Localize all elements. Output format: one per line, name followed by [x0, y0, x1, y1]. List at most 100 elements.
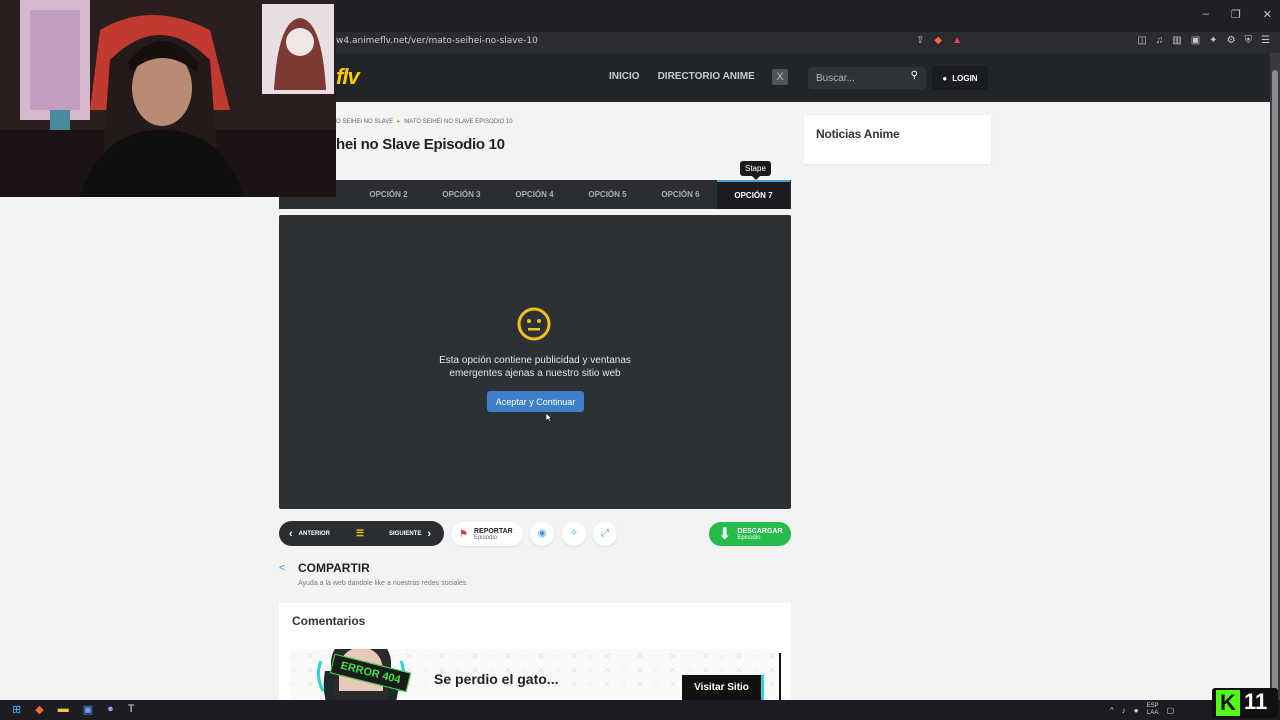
news-widget: Noticias Anime: [804, 115, 991, 164]
ad-warning-line-2: emergentes ajenas a nuestro sitio web: [449, 368, 621, 379]
system-tray: ^ ♪ ● ESP LAA ▢: [1110, 703, 1174, 717]
episode-nav: ‹ ANTERIOR ☰ SIGUIENTE ›: [279, 521, 444, 546]
extension-icons: ◫ ♫ ▥ ▣ ✦ ⚙ ⛨ ☰: [1137, 35, 1270, 46]
notification-icon[interactable]: ▢: [1167, 706, 1175, 715]
tab-option-7[interactable]: OPCIÓN 7: [717, 180, 790, 209]
kick-logo: K: [1216, 690, 1240, 716]
mouse-cursor-icon: [546, 413, 552, 422]
brave-rewards-icon[interactable]: ▲: [952, 35, 962, 46]
share-page-icon[interactable]: ⇪: [916, 35, 924, 46]
language-code: ESP: [1146, 703, 1159, 709]
scrollbar-thumb[interactable]: [1272, 70, 1278, 700]
wallet-icon[interactable]: ▣: [1191, 35, 1200, 46]
download-button[interactable]: ⬇ DESCARGAR Episodio: [709, 522, 791, 546]
tray-chevron-icon[interactable]: ^: [1110, 706, 1114, 715]
search-box: ⚲: [808, 67, 926, 89]
window-controls: – ❐ ✕: [1203, 8, 1272, 21]
volume-icon[interactable]: ♪: [1122, 706, 1126, 715]
comments-section: Comentarios ○✕○✕○✕○✕○✕○✕○✕○✕○✕○✕○✕○✕○✕○✕…: [279, 603, 791, 700]
breadcrumb: O SEIHEI NO SLAVE ▸ MATO SEIHEI NO SLAVE…: [336, 118, 513, 126]
brave-shields-icon[interactable]: ◆: [934, 35, 942, 46]
file-explorer-icon[interactable]: ▬: [58, 703, 69, 716]
breadcrumb-episode: MATO SEIHEI NO SLAVE EPISODIO 10: [404, 118, 513, 125]
address-actions: ⇪ ◆ ▲: [916, 35, 962, 46]
search-icon[interactable]: ⚲: [911, 70, 918, 81]
tab-option-5[interactable]: OPCIÓN 5: [571, 180, 644, 209]
kick-logo-overlay: K 11: [1212, 688, 1278, 718]
ad-warning-line-1: Esta opción contiene publicidad y ventan…: [439, 355, 631, 366]
site-logo[interactable]: flv: [336, 64, 360, 90]
vpn-icon[interactable]: ⛨: [1245, 35, 1253, 46]
light-bulb-icon[interactable]: ✧: [562, 522, 586, 546]
tab-option-6[interactable]: OPCIÓN 6: [644, 180, 717, 209]
news-title: Noticias Anime: [816, 127, 900, 141]
share-icon: <: [279, 562, 286, 574]
share-title: COMPARTIR: [298, 561, 370, 575]
user-icon: ●: [942, 73, 948, 83]
next-button[interactable]: SIGUIENTE ›: [389, 528, 431, 540]
main-nav: INICIO DIRECTORIO ANIME: [609, 71, 755, 82]
nav-directorio-anime[interactable]: DIRECTORIO ANIME: [658, 71, 755, 82]
eye-icon[interactable]: ◉: [530, 522, 554, 546]
microphone-icon[interactable]: ●: [1134, 706, 1139, 715]
previous-label: ANTERIOR: [298, 530, 331, 537]
breadcrumb-separator-icon: ▸: [397, 119, 401, 125]
episode-list-icon[interactable]: ☰: [356, 528, 364, 539]
accept-continue-button[interactable]: Aceptar y Continuar: [487, 391, 584, 412]
error-text: Se perdio el gato...: [434, 671, 559, 687]
webcam-feed: [0, 0, 336, 197]
error-404-banner: ○✕○✕○✕○✕○✕○✕○✕○✕○✕○✕○✕○✕○✕○✕○✕○✕○✕○✕○✕○✕…: [291, 649, 781, 700]
language-layout: LAA: [1146, 710, 1159, 716]
tab-option-2[interactable]: OPCIÓN 2: [352, 180, 425, 209]
report-sublabel: Episodio: [473, 534, 497, 541]
episode-controls: ‹ ANTERIOR ☰ SIGUIENTE › ⚑ REPORTAR Epis…: [279, 521, 791, 547]
login-button[interactable]: ● LOGIN: [932, 66, 988, 90]
chevron-right-icon: ›: [427, 527, 432, 540]
extensions-icon[interactable]: ⚙: [1227, 35, 1236, 46]
next-label: SIGUIENTE: [389, 530, 422, 537]
url-text[interactable]: w4.animeflv.net/ver/mato-seihei-no-slave…: [336, 36, 538, 46]
report-button[interactable]: ⚑ REPORTAR Episodio: [451, 522, 523, 546]
close-button[interactable]: ✕: [1263, 8, 1272, 21]
language-indicator[interactable]: ESP LAA: [1147, 703, 1159, 717]
download-icon: ⬇: [718, 526, 732, 543]
webcam-overlay: [0, 0, 336, 197]
menu-icon[interactable]: ☰: [1261, 35, 1270, 46]
search-input[interactable]: [816, 71, 902, 85]
taskbar: ⊞ ◆ ▬ ▣ ● T ^ ♪ ● ESP LAA ▢: [0, 700, 1280, 720]
chevron-left-icon: ‹: [289, 527, 293, 540]
banner-divider: [779, 653, 781, 700]
flag-icon: ⚑: [459, 528, 468, 540]
previous-button[interactable]: ‹ ANTERIOR: [289, 528, 330, 540]
kick-counter: 11: [1244, 689, 1268, 714]
media-icon[interactable]: ♫: [1156, 35, 1164, 46]
page-title: hei no Slave Episodio 10: [336, 136, 505, 153]
app-icon[interactable]: ▣: [83, 703, 93, 716]
server-tooltip: Stape: [740, 161, 771, 180]
report-label: REPORTAR: [473, 527, 513, 535]
login-label: LOGIN: [952, 73, 978, 83]
maximize-button[interactable]: ❐: [1231, 8, 1241, 21]
tab-option-3[interactable]: OPCIÓN 3: [425, 180, 498, 209]
ad-warning-message: Esta opción contiene publicidad y ventan…: [435, 354, 635, 380]
brave-browser-icon[interactable]: ◆: [35, 703, 43, 716]
nav-inicio[interactable]: INICIO: [609, 71, 640, 82]
x-social-icon[interactable]: X: [772, 69, 788, 85]
discord-icon[interactable]: ●: [107, 703, 114, 716]
breadcrumb-anime[interactable]: O SEIHEI NO SLAVE: [336, 119, 393, 125]
expand-icon[interactable]: ⤢: [593, 522, 617, 546]
windows-start-icon[interactable]: ⊞: [12, 703, 21, 716]
neutral-face-icon: [517, 307, 551, 341]
download-sublabel: Episodio: [737, 534, 761, 541]
sidebar-icon[interactable]: ◫: [1137, 35, 1146, 46]
reader-icon[interactable]: ▥: [1172, 35, 1181, 46]
visit-site-button[interactable]: Visitar Sitio: [682, 675, 764, 700]
tf-app-icon[interactable]: T: [128, 703, 135, 716]
leo-icon[interactable]: ✦: [1209, 35, 1217, 46]
tab-option-4[interactable]: OPCIÓN 4: [498, 180, 571, 209]
comments-title: Comentarios: [292, 614, 366, 628]
server-tabs: OPCIÓN 2 OPCIÓN 3 OPCIÓN 4 OPCIÓN 5 OPCI…: [279, 180, 791, 209]
taskbar-apps: ⊞ ◆ ▬ ▣ ● T: [12, 703, 134, 716]
minimize-button[interactable]: –: [1203, 8, 1209, 21]
video-player[interactable]: Esta opción contiene publicidad y ventan…: [279, 215, 791, 509]
